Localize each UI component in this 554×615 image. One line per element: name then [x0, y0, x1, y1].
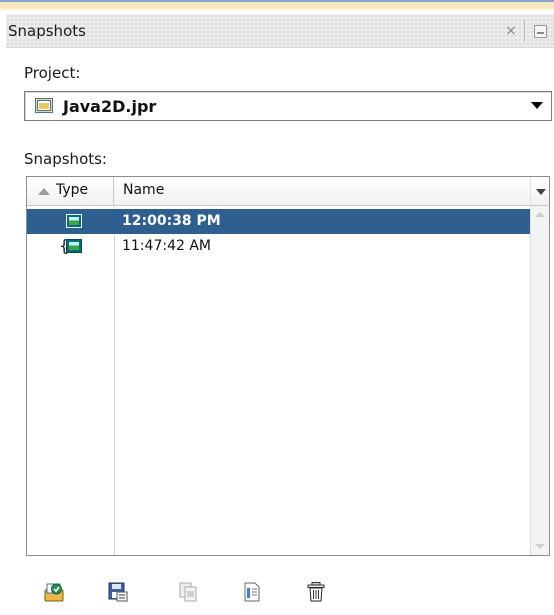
project-folder-icon	[35, 98, 53, 113]
snapshots-window: Snapshots × Project: Java2D.jpr Snapshot…	[0, 0, 554, 615]
table-header: Type Name	[27, 177, 549, 206]
panel-title: Snapshots	[8, 22, 86, 40]
delete-icon	[307, 582, 325, 602]
column-header-name[interactable]: Name	[115, 177, 530, 205]
column-header-type-label: Type	[56, 182, 89, 198]
close-icon[interactable]: ×	[501, 21, 521, 41]
title-separator	[524, 20, 525, 42]
type-cell	[27, 209, 114, 234]
compare-snapshots-icon	[179, 582, 197, 602]
dropdown-arrow-icon[interactable]	[531, 102, 543, 109]
snapshots-table: Type Name 12:00:38 PM { 11:47:42 AM	[26, 176, 550, 556]
snapshots-label: Snapshots:	[24, 150, 107, 168]
minimize-icon[interactable]	[534, 25, 547, 38]
compare-snapshots-button[interactable]	[174, 578, 202, 606]
column-header-name-label: Name	[123, 182, 165, 198]
table-row[interactable]: 12:00:38 PM	[27, 209, 530, 234]
save-snapshot-icon	[108, 582, 128, 602]
title-bar[interactable]: Snapshots ×	[6, 14, 554, 48]
save-snapshot-button[interactable]	[104, 578, 132, 606]
snapshot-info-icon	[244, 582, 260, 602]
snapshot-info-button[interactable]	[238, 578, 266, 606]
open-snapshot-icon	[44, 583, 64, 602]
table-row[interactable]: { 11:47:42 AM	[27, 234, 530, 259]
scroll-down-icon[interactable]	[535, 544, 545, 549]
open-snapshot-button[interactable]	[40, 578, 68, 606]
column-menu-dropdown-icon[interactable]	[530, 177, 549, 205]
name-cell: 11:47:42 AM	[122, 238, 211, 254]
table-body: 12:00:38 PM { 11:47:42 AM	[27, 206, 530, 555]
top-accent-strip	[0, 0, 554, 12]
project-label: Project:	[24, 64, 81, 82]
snapshot-image-icon	[66, 214, 82, 228]
snapshot-image-icon	[66, 239, 82, 253]
project-dropdown[interactable]: Java2D.jpr	[24, 91, 552, 121]
type-cell: {	[27, 234, 114, 259]
scroll-up-icon[interactable]	[535, 212, 545, 217]
sort-ascending-icon	[38, 188, 50, 195]
snapshot-toolbar	[40, 578, 360, 610]
column-header-type[interactable]: Type	[27, 177, 114, 205]
name-cell: 12:00:38 PM	[122, 213, 221, 229]
delete-snapshot-button[interactable]	[302, 578, 330, 606]
vertical-scrollbar[interactable]	[530, 206, 549, 555]
project-dropdown-value: Java2D.jpr	[63, 97, 157, 116]
